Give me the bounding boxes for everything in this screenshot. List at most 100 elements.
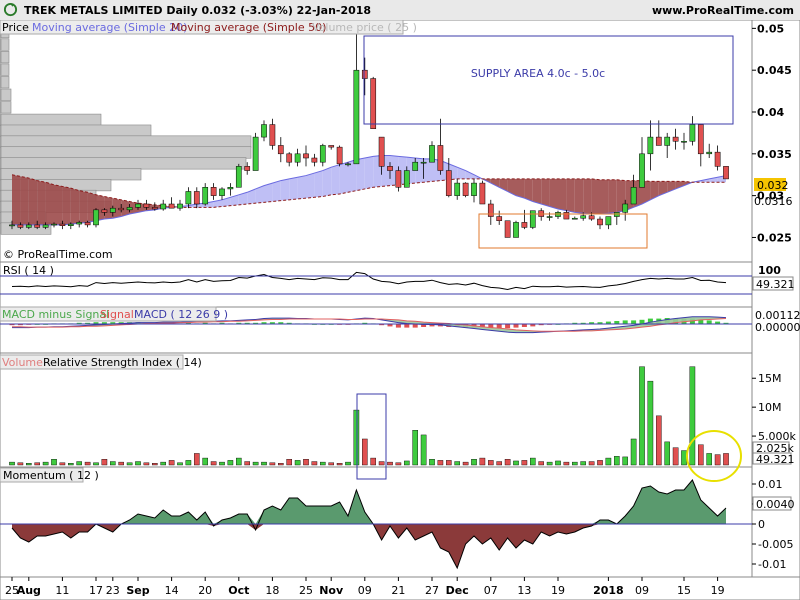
ma-fill-segment bbox=[28, 178, 38, 225]
watermark: © ProRealTime.com bbox=[3, 248, 113, 261]
legend-volume-price[interactable]: Volume price ( 25 ) bbox=[312, 21, 417, 34]
momentum-tick-label: 0 bbox=[758, 518, 765, 531]
ma-fill-segment bbox=[104, 196, 113, 220]
refresh-icon[interactable] bbox=[3, 2, 18, 17]
volume-bar bbox=[387, 461, 393, 466]
site-url[interactable]: www.ProRealTime.com bbox=[652, 4, 794, 17]
volume-bar bbox=[723, 453, 729, 466]
candle bbox=[723, 166, 729, 180]
legend-volume[interactable]: Volume bbox=[2, 356, 43, 369]
candle-body bbox=[378, 136, 385, 167]
candle bbox=[235, 163, 242, 188]
volume-bar bbox=[345, 461, 351, 466]
volume-bar bbox=[151, 463, 158, 466]
ma-fill-segment bbox=[264, 183, 273, 203]
volume-bar bbox=[160, 461, 167, 466]
legend-ma50[interactable]: Moving average (Simple 50) bbox=[171, 21, 326, 34]
volume-bar bbox=[672, 447, 679, 466]
rsi-legend[interactable]: RSI ( 14 ) bbox=[3, 264, 54, 277]
candle-body bbox=[269, 124, 276, 146]
candle-body bbox=[219, 188, 225, 196]
volume-bar bbox=[530, 457, 536, 466]
x-tick-label: 14 bbox=[165, 584, 179, 597]
volume-bar bbox=[84, 461, 91, 466]
candle bbox=[462, 182, 469, 198]
ma-fill-segment bbox=[600, 179, 609, 215]
candle-body bbox=[76, 222, 83, 225]
candle-body bbox=[395, 170, 402, 188]
volume-profile-bin bbox=[0, 113, 102, 126]
x-tick-label: 19 bbox=[551, 584, 565, 597]
volume-bar bbox=[698, 444, 704, 466]
candle bbox=[479, 180, 486, 205]
x-tick-label: 15 bbox=[677, 584, 691, 597]
candle-body bbox=[93, 209, 99, 226]
candle-body bbox=[546, 216, 553, 218]
x-tick-label: Sep bbox=[126, 584, 149, 597]
x-tick-label: 09 bbox=[358, 584, 372, 597]
volume-bar bbox=[42, 461, 49, 466]
candle bbox=[252, 132, 259, 171]
candle-body bbox=[319, 145, 326, 163]
volume-bar bbox=[101, 459, 108, 466]
candle bbox=[370, 76, 377, 129]
ma-fill-segment bbox=[516, 178, 525, 199]
ma-fill-segment bbox=[583, 178, 592, 215]
ma-fill-segment bbox=[37, 180, 46, 225]
legend-signal[interactable]: Signal bbox=[100, 308, 134, 321]
legend-price[interactable]: Price bbox=[2, 21, 29, 34]
candle-body bbox=[462, 182, 469, 196]
macd-bar bbox=[505, 324, 511, 329]
candle-body bbox=[647, 136, 654, 155]
candle-body bbox=[84, 222, 91, 226]
volume-bar bbox=[235, 457, 242, 466]
candle-body bbox=[101, 209, 108, 213]
rsi-top-label: 100 bbox=[758, 264, 781, 277]
volume-bar bbox=[76, 461, 82, 466]
price-tick-label: 0.045 bbox=[757, 64, 792, 77]
ma-fill-segment bbox=[549, 178, 558, 210]
volume-bar bbox=[521, 460, 528, 466]
candle-body bbox=[244, 166, 251, 171]
price-tick-label: 0.035 bbox=[757, 148, 792, 161]
ma-fill-segment bbox=[45, 182, 54, 225]
candle-body bbox=[681, 141, 687, 143]
volume-bar bbox=[479, 457, 486, 466]
candle-body bbox=[126, 207, 133, 211]
volume-bar bbox=[404, 460, 410, 466]
candle-body bbox=[496, 216, 503, 221]
candle-body bbox=[59, 223, 66, 226]
legend-macd[interactable]: MACD ( 12 26 9 ) bbox=[134, 308, 228, 321]
candle-body bbox=[504, 220, 511, 238]
candle-body bbox=[42, 224, 49, 228]
candle-body bbox=[437, 145, 444, 171]
candle-body bbox=[630, 187, 637, 205]
candle bbox=[513, 220, 519, 238]
ma-fill-segment bbox=[54, 184, 63, 225]
volume-bar bbox=[261, 461, 267, 466]
volume-bar bbox=[135, 461, 141, 466]
legend-ma20[interactable]: Moving average (Simple 20) bbox=[32, 21, 187, 34]
momentum-legend[interactable]: Momentum ( 12 ) bbox=[3, 469, 99, 482]
legend-vol-rsi[interactable]: Relative Strength Index ( 14) bbox=[43, 356, 202, 369]
ma-fill-segment bbox=[566, 178, 575, 213]
volume-bar bbox=[311, 461, 318, 466]
legend-macd-minus-signal[interactable]: MACD minus Signal bbox=[2, 308, 109, 321]
candle bbox=[504, 220, 511, 238]
volume-bar bbox=[689, 366, 696, 466]
candle-body bbox=[9, 224, 15, 227]
volume-profile-bin bbox=[0, 124, 152, 137]
candle-body bbox=[25, 224, 32, 228]
candle-body bbox=[714, 151, 721, 167]
candle-body bbox=[210, 187, 217, 196]
x-tick-label: 07 bbox=[484, 584, 498, 597]
candle-body bbox=[529, 210, 536, 228]
ma-value-label: 0.0316 bbox=[754, 195, 793, 208]
volume-bar bbox=[26, 463, 32, 466]
vol-label-2: 49.321 bbox=[756, 453, 795, 466]
candle-body bbox=[109, 207, 116, 213]
candle-body bbox=[353, 69, 360, 165]
candle-body bbox=[235, 166, 242, 188]
volume-bar bbox=[597, 460, 603, 466]
volume-bar bbox=[572, 461, 578, 466]
